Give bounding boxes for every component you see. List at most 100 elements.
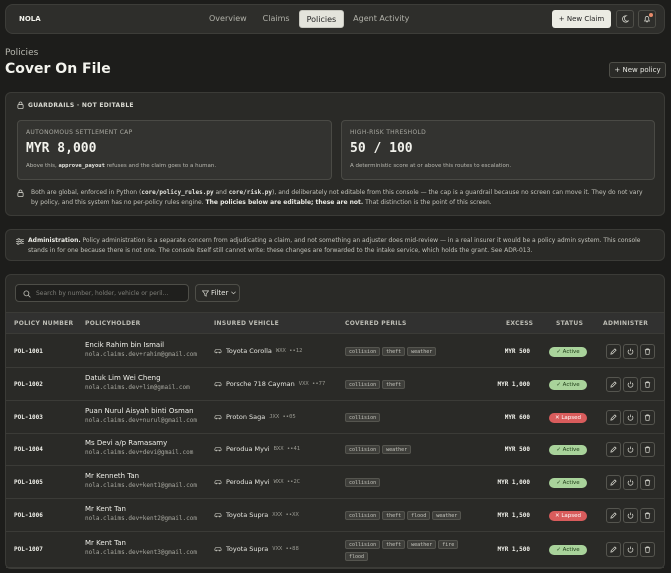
pencil-icon [610,446,617,453]
notifications-button[interactable] [638,10,656,28]
car-icon [214,447,222,452]
col-policy-number[interactable]: POLICY NUMBER [14,320,73,327]
delete-policy-button[interactable] [640,442,655,457]
theme-toggle-button[interactable] [616,10,634,28]
car-icon [214,349,222,354]
vehicle-plate: BXX ••41 [273,446,301,452]
check-icon: ✓ [556,547,561,553]
edit-policy-button[interactable] [606,344,621,359]
policyholder-email: nola.claims.dev+nurul@gmail.com [85,417,197,424]
peril-tag: collision [345,540,381,549]
policy-number[interactable]: POL-1007 [14,546,43,553]
status-label: Active [562,547,580,553]
text: Both are global, enforced in Python ( [31,189,142,196]
delete-policy-button[interactable] [640,508,655,523]
vehicle-model: Proton Saga [226,413,266,421]
policy-number[interactable]: POL-1003 [14,414,43,421]
tab-agent-activity[interactable]: Agent Activity [346,10,416,28]
excess-amount: MYR 500 [504,348,530,355]
vehicle-plate: WXX ••12 [275,348,303,354]
policy-number[interactable]: POL-1006 [14,512,43,519]
guardrails-heading: GUARDRAILS · NOT EDITABLE [28,102,134,109]
status-label: Lapsed [561,513,582,519]
pencil-icon [610,381,617,388]
policyholder-email: nola.claims.dev+devi@gmail.com [85,449,194,456]
table-row[interactable]: POL-1001 Encik Rahim bin Ismail nola.claim… [6,335,664,368]
table-row[interactable]: POL-1004 Ms Devi a/p Ramasamy nola.claims.… [6,434,664,466]
status-badge: ✓ Active [549,445,587,455]
toggle-policy-button[interactable] [623,508,638,523]
trash-icon [644,414,651,421]
filter-button[interactable]: Filter [195,284,240,302]
delete-policy-button[interactable] [640,344,655,359]
table-row[interactable]: POL-1003 Puan Nurul Aisyah binti Osman nol… [6,401,664,434]
page-title: Cover On File [5,61,111,77]
policyholder-name: Datuk Lim Wei Cheng [85,374,161,382]
text: That distinction is the point of this sc… [363,199,492,206]
toggle-policy-button[interactable] [623,542,638,557]
guardrails-explanation: Both are global, enforced in Python ( cor… [31,188,651,208]
toggle-policy-button[interactable] [623,377,638,392]
edit-policy-button[interactable] [606,542,621,557]
policy-number[interactable]: POL-1005 [14,479,43,486]
insured-vehicle: Perodua Myvi WXX ••2C [214,478,300,486]
administration-text: Administration. Policy administration is… [28,236,658,256]
tab-policies[interactable]: Policies [298,10,345,28]
col-policyholder[interactable]: POLICYHOLDER [85,320,141,327]
vehicle-model: Perodua Myvi [226,445,270,453]
edit-policy-button[interactable] [606,442,621,457]
trash-icon [644,546,651,553]
status-label: Active [562,480,580,486]
delete-policy-button[interactable] [640,475,655,490]
peril-tag: collision [345,478,381,487]
edit-policy-button[interactable] [606,377,621,392]
new-policy-button[interactable]: + New policy [609,62,666,78]
settlement-cap-card: AUTONOMOUS SETTLEMENT CAP MYR 8,000 Abov… [17,120,332,180]
policy-number[interactable]: POL-1002 [14,381,43,388]
delete-policy-button[interactable] [640,410,655,425]
table-row[interactable]: POL-1006 Mr Kent Tan nola.claims.dev+kent2… [6,499,664,532]
policyholder-email: nola.claims.dev+kent1@gmail.com [85,482,197,489]
tab-overview[interactable]: Overview [202,10,254,28]
peril-tag: weather [407,347,437,356]
policy-number[interactable]: POL-1004 [14,446,43,453]
row-actions [606,377,657,392]
policy-number[interactable]: POL-1001 [14,348,43,355]
search-input[interactable]: Search by number, holder, vehicle or per… [15,284,189,302]
code-path: core/risk.py [228,189,273,196]
power-icon [627,348,634,355]
col-insured-vehicle[interactable]: INSURED VEHICLE [214,320,279,327]
table-row[interactable]: POL-1007 Mr Kent Tan nola.claims.dev+kent3… [6,532,664,568]
power-icon [627,479,634,486]
edit-policy-button[interactable] [606,508,621,523]
table-row[interactable]: POL-1002 Datuk Lim Wei Cheng nola.claims.d… [6,368,664,401]
peril-tag: collision [345,347,381,356]
vehicle-plate: VXX ••88 [272,546,299,552]
insured-vehicle: Toyota Corolla WXX ••12 [214,347,302,355]
toggle-policy-button[interactable] [623,475,638,490]
table-row[interactable]: POL-1005 Mr Kenneth Tan nola.claims.dev+ke… [6,466,664,499]
col-status[interactable]: STATUS [556,320,583,327]
new-claim-button[interactable]: + New Claim [552,10,611,28]
delete-policy-button[interactable] [640,542,655,557]
col-excess[interactable]: EXCESS [506,320,533,327]
peril-tag: flood [345,552,369,561]
toggle-policy-button[interactable] [623,442,638,457]
policyholder-name: Mr Kenneth Tan [85,472,140,480]
col-covered-perils[interactable]: COVERED PERILS [345,320,407,327]
insured-vehicle: Porsche 718 Cayman VXX ••77 [214,380,325,388]
edit-policy-button[interactable] [606,410,621,425]
vehicle-model: Toyota Supra [226,511,269,519]
power-icon [627,512,634,519]
brand-logo[interactable]: NOLA [19,15,41,23]
edit-policy-button[interactable] [606,475,621,490]
toggle-policy-button[interactable] [623,344,638,359]
row-actions [606,508,657,523]
check-icon: ✓ [556,447,561,453]
peril-tag: theft [382,380,406,389]
car-icon [214,547,222,552]
status-badge: ✕ Lapsed [549,413,587,423]
delete-policy-button[interactable] [640,377,655,392]
toggle-policy-button[interactable] [623,410,638,425]
tab-claims[interactable]: Claims [256,10,297,28]
